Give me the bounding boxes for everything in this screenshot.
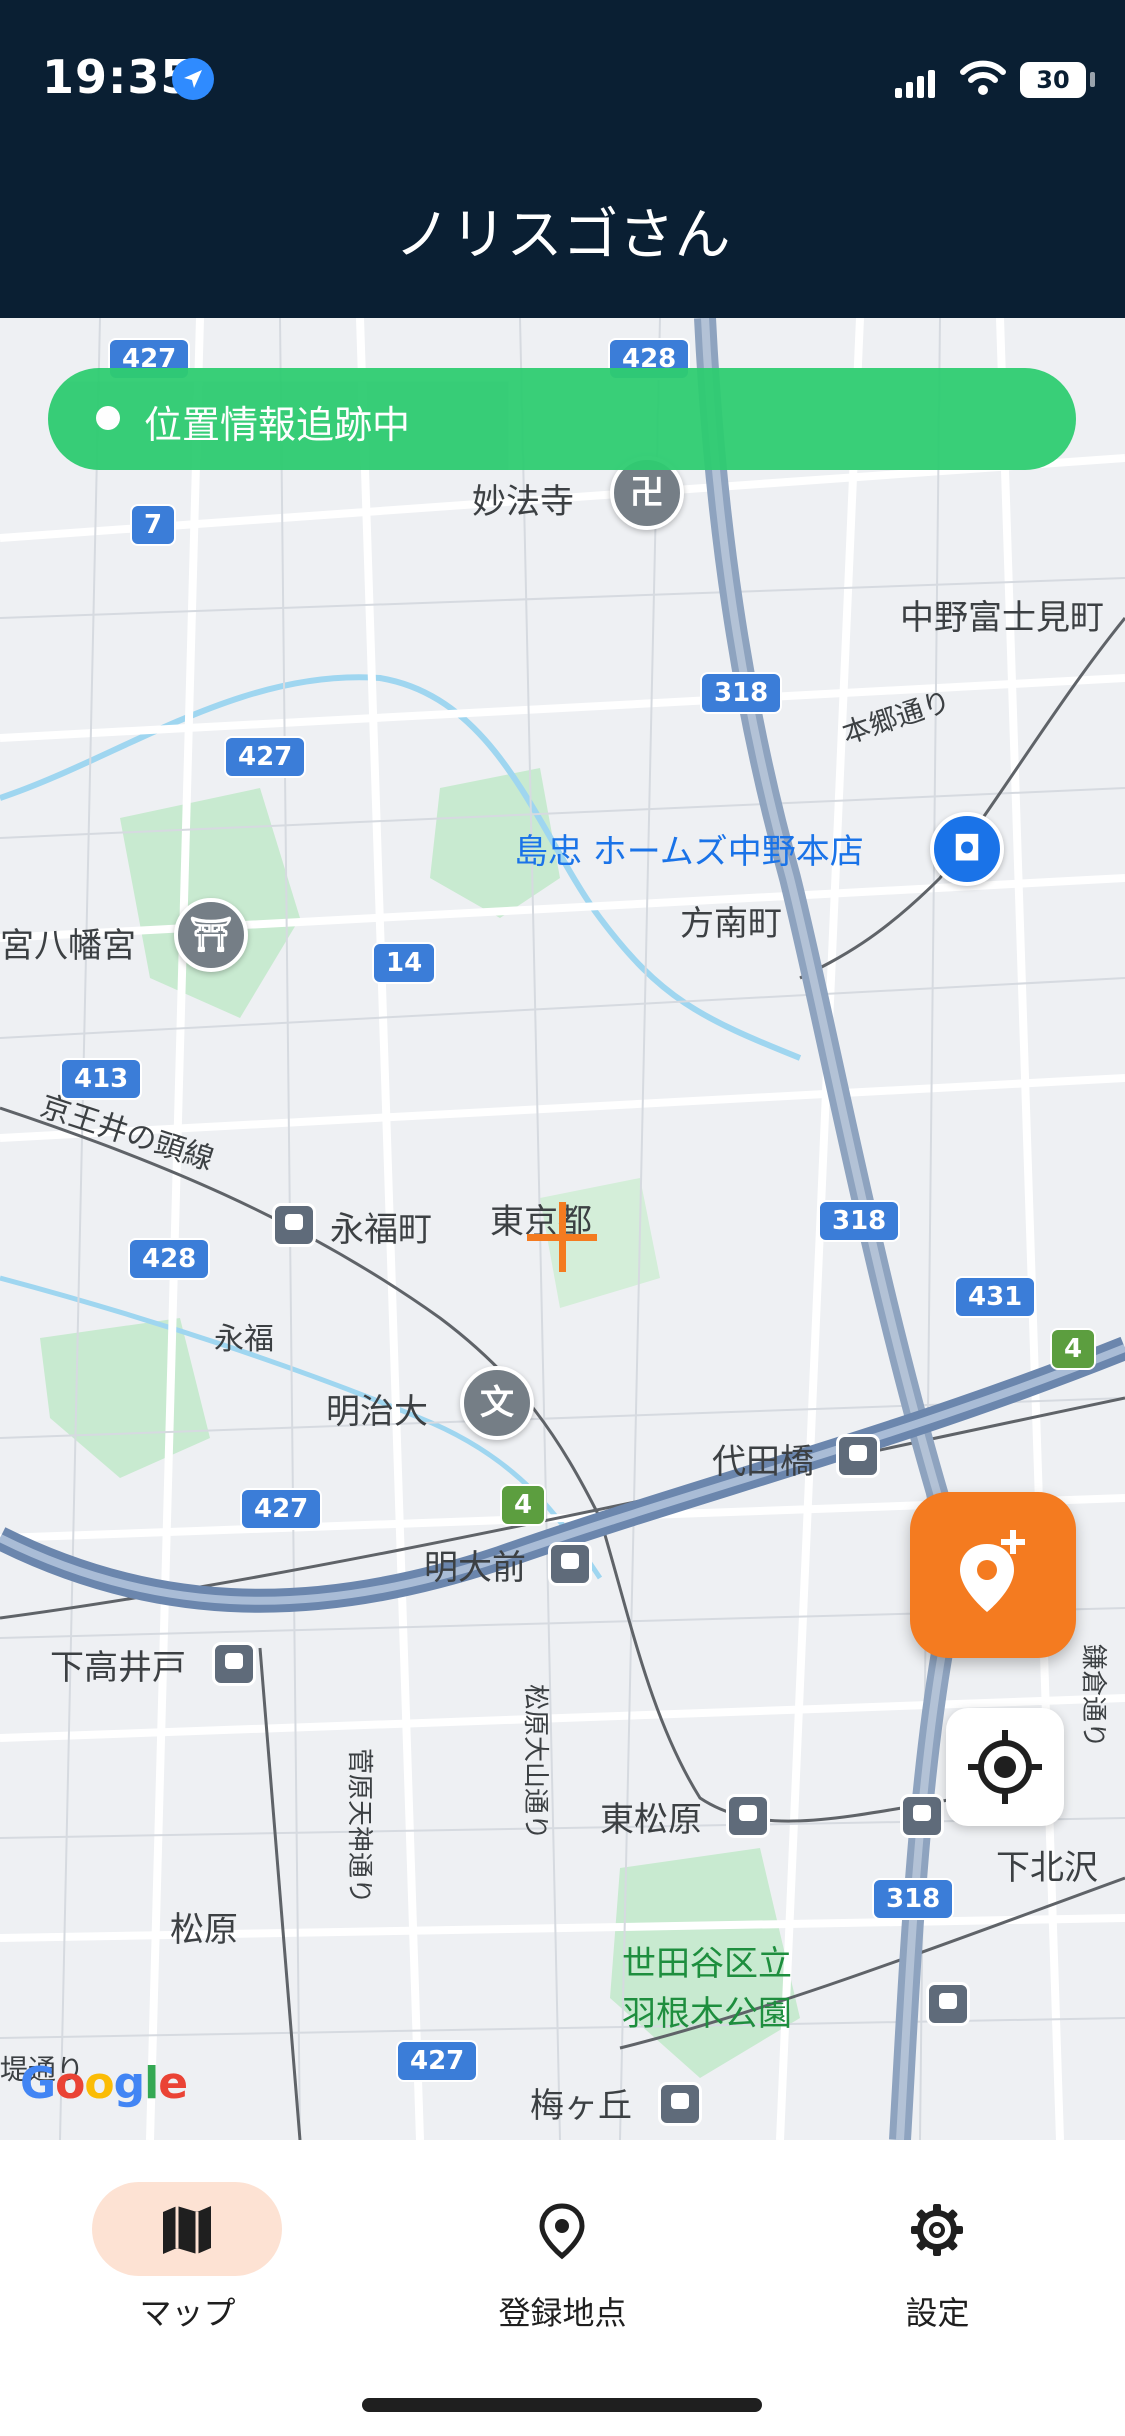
map-label: 鎌倉通り (1078, 1644, 1108, 1749)
tracking-dot-icon (96, 406, 120, 430)
status-time: 19:35 (42, 50, 194, 104)
train-station-icon[interactable] (658, 2082, 702, 2126)
school-icon[interactable]: 文 (460, 1366, 534, 1440)
train-station-icon[interactable] (272, 1203, 316, 1247)
map-label: 代田橋 (712, 1442, 814, 1482)
map-label: 松原大山通り (520, 1684, 550, 1841)
nav-label-settings: 設定 (905, 2294, 970, 2332)
road-shield: 14 (372, 942, 437, 984)
road-shield: 431 (954, 1276, 1037, 1318)
map-label: 永福町 (330, 1210, 432, 1250)
map-label: 方南町 (680, 904, 782, 944)
road-shield: 4 (500, 1484, 547, 1526)
road-shield: 318 (700, 672, 783, 714)
tracking-status-text: 位置情報追跡中 (144, 403, 411, 447)
map-label: 明大前 (424, 1548, 526, 1588)
road-shield: 318 (818, 1200, 901, 1242)
map-label: 下高井戸 (50, 1648, 186, 1688)
add-location-pin-icon (960, 1530, 1025, 1612)
train-station-icon[interactable] (926, 1982, 970, 2026)
map-label: 妙法寺 (472, 482, 574, 522)
nav-label-places: 登録地点 (498, 2294, 627, 2332)
google-logo-letter: e (158, 2058, 188, 2109)
google-logo-letter: o (55, 2058, 85, 2109)
google-logo-letter: g (113, 2058, 145, 2109)
status-bar: 19:35 30 (0, 0, 1125, 130)
crosshair-target-icon (968, 1730, 1042, 1804)
road-shield: 7 (130, 504, 177, 546)
shrine-icon[interactable]: ⛩ (174, 898, 248, 972)
google-logo-letter: G (20, 2058, 56, 2109)
map-label: 東松原 (600, 1800, 702, 1840)
battery-tip (1090, 72, 1095, 87)
map-icon (163, 2206, 211, 2254)
add-location-button[interactable] (910, 1492, 1076, 1658)
train-station-icon[interactable] (726, 1794, 770, 1838)
gear-icon (911, 2204, 963, 2256)
train-station-icon[interactable] (212, 1642, 256, 1686)
app-header: ノリスゴさん (0, 130, 1125, 318)
shopping-bag-icon[interactable]: ◘ (930, 812, 1004, 886)
map-center-crosshair-icon (527, 1202, 597, 1272)
location-pin-icon (539, 2203, 585, 2260)
road-shield: 428 (128, 1238, 211, 1280)
tracking-status-banner: 位置情報追跡中 (48, 368, 1076, 470)
map-label: 梅ヶ丘 (530, 2086, 632, 2126)
map-label: 宮八幡宮 (0, 926, 136, 966)
road-shield: 427 (224, 736, 307, 778)
train-station-icon[interactable] (548, 1542, 592, 1586)
train-station-icon[interactable] (900, 1794, 944, 1838)
nav-tab-map[interactable]: マップ (0, 2160, 375, 2332)
google-logo-letter: l (144, 2058, 159, 2109)
map-label: 島忠 ホームズ中野本店 (514, 832, 864, 872)
google-logo-letter: o (84, 2058, 114, 2109)
road-shield: 427 (240, 1488, 323, 1530)
map-label: 明治大 (326, 1392, 428, 1432)
map-label: 菅原天神通り (344, 1748, 374, 1905)
bottom-navigation: マップ 登録地点 設定 (0, 2140, 1125, 2436)
nav-label-map: マップ (139, 2294, 236, 2332)
map-label: 松原 (170, 1910, 238, 1950)
road-shield: 4 (1050, 1328, 1097, 1370)
google-logo: Google (20, 2058, 188, 2109)
map-label: 世田谷区立 (622, 1944, 792, 1984)
road-shield: 318 (872, 1878, 955, 1920)
map-label: 下北沢 (996, 1848, 1098, 1888)
location-arrow-icon (172, 58, 214, 100)
map-label: 永福 (214, 1322, 274, 1357)
home-indicator[interactable] (362, 2398, 762, 2412)
train-station-icon[interactable] (836, 1434, 880, 1478)
app-title: ノリスゴさん (394, 203, 731, 268)
map-label: 羽根木公園 (622, 1994, 792, 2034)
map-label: 中野富士見町 (900, 598, 1104, 638)
my-location-button[interactable] (946, 1708, 1064, 1826)
nav-tab-settings[interactable]: 設定 (750, 2160, 1125, 2332)
nav-tab-registered-places[interactable]: 登録地点 (375, 2160, 750, 2332)
road-shield: 427 (396, 2040, 479, 2082)
battery-indicator: 30 (1020, 62, 1086, 98)
wifi-icon (960, 60, 1006, 100)
